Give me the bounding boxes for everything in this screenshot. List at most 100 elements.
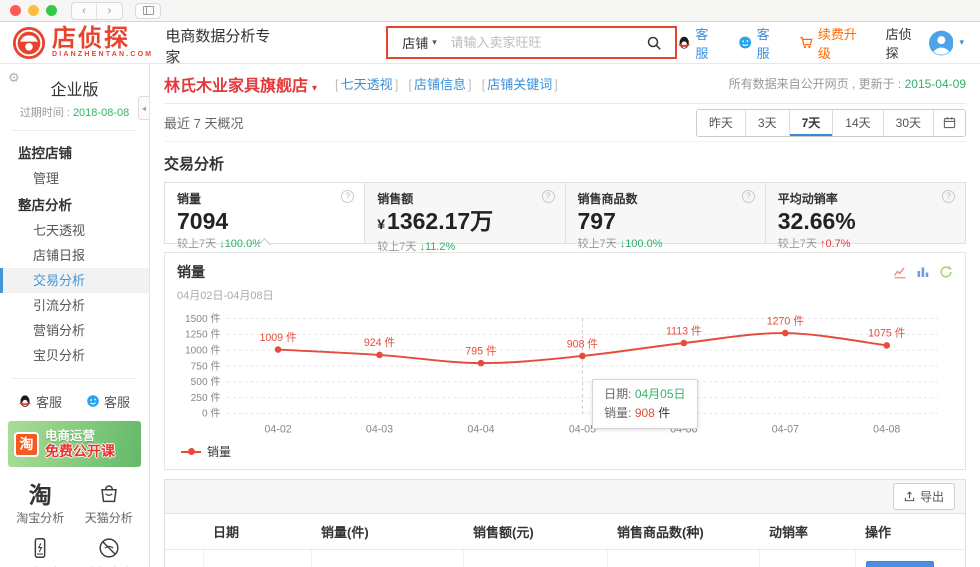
cell-index: 1. (165, 550, 203, 567)
sidebar-toggle-icon (143, 6, 154, 15)
logo-domain: DIANZHENTAN.COM (52, 51, 153, 58)
tool-tmall-analysis[interactable]: 天猫分析 (75, 477, 144, 528)
calendar-button[interactable] (934, 110, 965, 136)
sidebar-collapse-button[interactable]: ◂ (138, 96, 149, 120)
range-7day-button[interactable]: 7天 (790, 110, 834, 136)
banner-line1: 电商运营 (45, 429, 115, 444)
svg-text:1009 件: 1009 件 (259, 332, 297, 344)
search-category-select[interactable]: 店铺 ▾ (388, 28, 450, 57)
qq-support-link[interactable]: 客服 (677, 24, 720, 62)
svg-text:1113 件: 1113 件 (666, 325, 702, 337)
svg-text:250 件: 250 件 (191, 392, 221, 404)
stat-card-sales-volume[interactable]: 销量 ? 7094 较上7天 ↓100.0% (165, 183, 365, 243)
th-index (165, 514, 203, 550)
legend-item-sales[interactable]: 销量 (177, 440, 235, 465)
wangwang-support-link[interactable]: 客服 (738, 24, 781, 62)
tool-wireless-analysis[interactable]: 无线分析 (6, 532, 75, 567)
cell-sales: 1075 (311, 550, 463, 567)
search-input[interactable] (450, 28, 632, 57)
svg-text:04-02: 04-02 (264, 424, 291, 436)
help-icon[interactable]: ? (942, 190, 955, 203)
zoom-button[interactable] (46, 5, 57, 16)
sidebar-item-marketing-analysis[interactable]: 营销分析 (0, 318, 149, 343)
forward-button[interactable]: › (97, 3, 122, 19)
export-label: 导出 (920, 488, 944, 505)
shop-link-keywords[interactable]: [店铺关键词] (482, 74, 558, 93)
tool-taobao-analysis[interactable]: 淘 淘宝分析 (6, 477, 75, 528)
sidebar-item-item-analysis[interactable]: 宝贝分析 (0, 343, 149, 368)
shop-name-dropdown[interactable]: 林氏木业家具旗舰店▾ (164, 72, 317, 96)
taobao-icon: 淘 (29, 476, 52, 510)
taobao-course-ad-banner[interactable]: 淘 电商运营 免费公开课 (8, 421, 141, 467)
calendar-icon (943, 116, 956, 129)
shop-link-info[interactable]: [店铺信息] (408, 74, 471, 93)
svg-text:1075 件: 1075 件 (868, 328, 906, 340)
expire-date: 2018-08-08 (73, 107, 129, 119)
svg-text:750 件: 750 件 (191, 360, 221, 372)
main-content: 林氏木业家具旗舰店▾ [七天透视] [店铺信息] [店铺关键词] 所有数据来自公… (150, 64, 980, 567)
stat-label: 销售额 (377, 192, 413, 206)
sidebar-item-traffic-analysis[interactable]: 引流分析 (0, 293, 149, 318)
svg-text:04-04: 04-04 (467, 424, 494, 436)
stat-card-turnover-rate[interactable]: 平均动销率 ? 32.66% 较上7天 ↑0.7% (766, 183, 965, 243)
sidebar-qq-support[interactable]: 客服 (18, 392, 62, 411)
sidebar-toggle-button[interactable] (135, 3, 161, 19)
shop-name: 林氏木业家具旗舰店 (164, 78, 308, 95)
th-rate: 动销率 (759, 514, 855, 550)
traffic-lights (10, 5, 57, 16)
refresh-icon[interactable] (939, 265, 953, 279)
cell-date: 2015-04-08 (203, 550, 311, 567)
range-30day-button[interactable]: 30天 (884, 110, 934, 136)
range-yesterday-button[interactable]: 昨天 (697, 110, 746, 136)
help-icon[interactable]: ? (742, 190, 755, 203)
minimize-button[interactable] (28, 5, 39, 16)
chevron-down-icon: ▾ (432, 37, 437, 48)
line-chart-toggle-icon[interactable] (893, 265, 907, 279)
sidebar-item-manage[interactable]: 管理 (0, 166, 149, 191)
stat-card-revenue[interactable]: 销售额 ? ¥1362.17万 较上7天 ↓11.2% (365, 183, 565, 243)
tool-demotion-check[interactable]: 降权查询 (75, 532, 144, 567)
legend-label: 销量 (207, 443, 231, 460)
chart-date-range: 04月02日-04月08日 (177, 287, 953, 303)
table-row: 1. 2015-04-08 1075 ¥ 206.33万 354 33.05% … (165, 550, 965, 567)
sidebar-item-seven-day[interactable]: 七天透视 (0, 218, 149, 243)
shop-link-seven-day[interactable]: [七天透视] (335, 74, 398, 93)
sidebar-wangwang-support[interactable]: 客服 (86, 392, 130, 411)
svg-text:1250 件: 1250 件 (185, 329, 221, 341)
sidebar-item-trade-analysis[interactable]: 交易分析 (0, 268, 149, 293)
help-icon[interactable]: ? (542, 190, 555, 203)
view-detail-button[interactable]: 查看详情 (866, 561, 934, 567)
no-view-icon (96, 535, 122, 561)
help-icon[interactable]: ? (341, 190, 354, 203)
svg-text:04-03: 04-03 (366, 424, 393, 436)
daily-data-table: 日期 销量(件) 销售额(元) 销售商品数(种) 动销率 操作 1. 2015-… (165, 514, 965, 567)
stat-label: 销量 (177, 192, 201, 206)
sidebar-item-daily-report[interactable]: 店铺日报 (0, 243, 149, 268)
renew-upgrade-link[interactable]: 续费升级 (799, 24, 867, 62)
chart-area: 0 件250 件500 件750 件1000 件1250 件1500 件1009… (177, 305, 953, 440)
back-button[interactable]: ‹ (72, 3, 97, 19)
gear-icon[interactable]: ⚙ (8, 70, 20, 86)
update-date: 2015-04-09 (905, 77, 966, 91)
tool-label: 淘宝分析 (16, 509, 64, 526)
close-button[interactable] (10, 5, 21, 16)
search-category-value: 店铺 (402, 33, 428, 52)
stat-card-product-count[interactable]: 销售商品数 ? 797 较上7天 ↓100.0% (566, 183, 766, 243)
date-range-selector: 昨天 3天 7天 14天 30天 (696, 109, 966, 137)
sales-chart-card: 销量 (164, 252, 966, 470)
svg-text:924 件: 924 件 (364, 337, 396, 349)
bar-chart-toggle-icon[interactable] (916, 265, 930, 279)
app-logo[interactable]: 店侦探 DIANZHENTAN.COM (12, 26, 153, 60)
stat-value: 7094 (177, 209, 352, 233)
wangwang-icon (86, 394, 100, 408)
export-button[interactable]: 导出 (893, 483, 955, 510)
cell-rate: 33.05% (759, 550, 855, 567)
app-header: 店侦探 DIANZHENTAN.COM 电商数据分析专家 店铺 ▾ 客服 (0, 22, 980, 64)
tooltip-value: 908 (635, 406, 655, 420)
search-button[interactable] (633, 28, 675, 57)
sales-chart: 0 件250 件500 件750 件1000 件1250 件1500 件1009… (177, 305, 953, 440)
stats-row: 销量 ? 7094 较上7天 ↓100.0% 销售额 ? ¥1362.17万 较… (164, 182, 966, 244)
range-3day-button[interactable]: 3天 (746, 110, 790, 136)
range-14day-button[interactable]: 14天 (833, 110, 883, 136)
account-menu[interactable]: 店侦探 ▾ (886, 24, 964, 62)
